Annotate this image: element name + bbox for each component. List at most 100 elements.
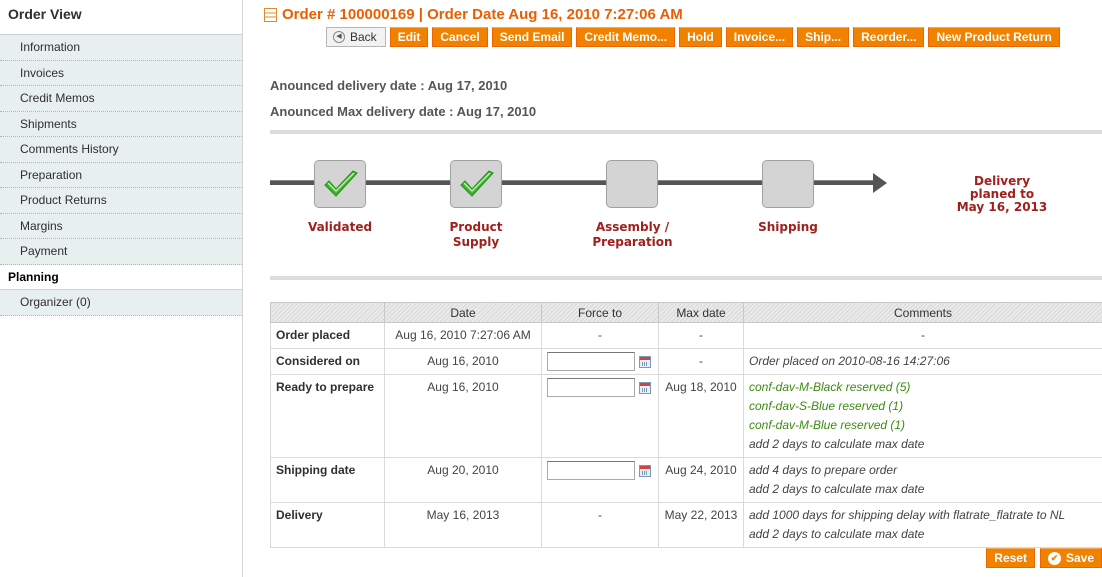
max-date-cell: - bbox=[658, 348, 744, 375]
step-validated-box bbox=[314, 160, 366, 208]
announced-max-delivery-date: Anounced Max delivery date : Aug 17, 201… bbox=[270, 104, 537, 119]
sidebar-item-payment[interactable]: Payment bbox=[0, 239, 242, 265]
comments-cell: Order placed on 2010-08-16 14:27:06 bbox=[743, 348, 1102, 375]
calendar-icon[interactable] bbox=[639, 464, 651, 477]
send-email-button[interactable]: Send Email bbox=[491, 27, 573, 47]
force-date-input[interactable] bbox=[547, 352, 635, 371]
calendar-icon[interactable] bbox=[639, 381, 651, 394]
column-header bbox=[270, 302, 385, 323]
force-cell: - bbox=[541, 502, 659, 548]
credit-memo-button[interactable]: Credit Memo... bbox=[576, 27, 676, 47]
max-date-cell: May 22, 2013 bbox=[658, 502, 744, 548]
sidebar-item-margins[interactable]: Margins bbox=[0, 213, 242, 239]
timeline-arrow-icon bbox=[873, 173, 887, 193]
sidebar-item-invoices[interactable]: Invoices bbox=[0, 60, 242, 86]
sidebar-item-shipments[interactable]: Shipments bbox=[0, 111, 242, 137]
step-label-line: Assembly / bbox=[595, 220, 670, 234]
form-buttons: Reset ✔ Save bbox=[986, 548, 1102, 568]
delivery-planned-label: Delivery planed to May 16, 2013 bbox=[932, 175, 1072, 214]
sidebar-divider bbox=[242, 0, 243, 577]
max-date-cell: Aug 18, 2010 bbox=[658, 374, 744, 458]
comment-line: conf-dav-M-Blue reserved (1) bbox=[749, 418, 906, 432]
force-date-input[interactable] bbox=[547, 378, 635, 397]
step-shipping-box bbox=[762, 160, 814, 208]
sidebar-item-comments-history[interactable]: Comments History bbox=[0, 137, 242, 163]
sidebar-item-product-returns[interactable]: Product Returns bbox=[0, 188, 242, 214]
max-date-cell: - bbox=[658, 322, 744, 349]
reorder-button[interactable]: Reorder... bbox=[853, 27, 925, 47]
step-label-validated: Validated bbox=[290, 220, 390, 235]
table-row: Shipping date Aug 20, 2010 Aug 24, 2010 … bbox=[270, 457, 1102, 503]
comment-line: conf-dav-S-Blue reserved (1) bbox=[749, 399, 904, 413]
row-label: Considered on bbox=[270, 348, 385, 375]
comments-cell: add 4 days to prepare order add 2 days t… bbox=[743, 457, 1102, 503]
force-cell bbox=[541, 374, 659, 458]
step-product-supply-box bbox=[450, 160, 502, 208]
row-label: Delivery bbox=[270, 502, 385, 548]
comment-line: conf-dav-M-Black reserved (5) bbox=[749, 380, 911, 394]
sidebar-item-credit-memos[interactable]: Credit Memos bbox=[0, 86, 242, 112]
force-cell: - bbox=[541, 322, 659, 349]
order-title-text: Order # 100000169 | Order Date Aug 16, 2… bbox=[282, 6, 683, 23]
row-label: Order placed bbox=[270, 322, 385, 349]
ship-button[interactable]: Ship... bbox=[797, 27, 850, 47]
sidebar-item-organizer[interactable]: Organizer (0) bbox=[0, 290, 242, 316]
table-row: Order placed Aug 16, 2010 7:27:06 AM - -… bbox=[270, 322, 1102, 349]
new-product-return-button[interactable]: New Product Return bbox=[928, 27, 1060, 47]
step-label-line: Preparation bbox=[592, 235, 673, 249]
sidebar-menu: Information Invoices Credit Memos Shipme… bbox=[0, 34, 242, 316]
date-cell: Aug 20, 2010 bbox=[384, 457, 542, 503]
check-icon: ✔ bbox=[1047, 551, 1061, 565]
row-label: Ready to prepare bbox=[270, 374, 385, 458]
max-date-cell: Aug 24, 2010 bbox=[658, 457, 744, 503]
force-cell bbox=[541, 348, 659, 375]
force-date-wrap bbox=[547, 378, 653, 397]
cancel-button[interactable]: Cancel bbox=[432, 27, 488, 47]
sidebar-item-preparation[interactable]: Preparation bbox=[0, 162, 242, 188]
calendar-icon[interactable] bbox=[639, 355, 651, 368]
hold-button[interactable]: Hold bbox=[679, 27, 722, 47]
save-button[interactable]: ✔ Save bbox=[1039, 548, 1102, 568]
delivery-line: May 16, 2013 bbox=[956, 200, 1048, 214]
comments-cell: add 1000 days for shipping delay with fl… bbox=[743, 502, 1102, 548]
check-icon bbox=[460, 170, 494, 197]
comment-line: add 2 days to calculate max date bbox=[749, 527, 925, 541]
step-label-assembly: Assembly / Preparation bbox=[570, 220, 695, 250]
comments-cell: - bbox=[743, 322, 1102, 349]
planning-table: Date Force to Max date Comments Order pl… bbox=[270, 302, 1102, 548]
invoice-button[interactable]: Invoice... bbox=[725, 27, 794, 47]
back-arrow-icon: ◀ bbox=[333, 31, 345, 43]
page-title: Order # 100000169 | Order Date Aug 16, 2… bbox=[264, 6, 683, 23]
edit-button[interactable]: Edit bbox=[389, 27, 429, 47]
back-button[interactable]: ◀ Back bbox=[326, 27, 386, 47]
column-header: Max date bbox=[658, 302, 744, 323]
date-cell: Aug 16, 2010 bbox=[384, 374, 542, 458]
comment-line: add 2 days to calculate max date bbox=[749, 482, 925, 496]
divider-bottom bbox=[270, 276, 1102, 280]
step-label-product-supply: Product Supply bbox=[426, 220, 526, 250]
reset-button[interactable]: Reset bbox=[986, 548, 1035, 568]
back-button-label: Back bbox=[350, 30, 377, 44]
sidebar-item-planning[interactable]: Planning bbox=[0, 264, 242, 290]
comment-line: add 2 days to calculate max date bbox=[749, 437, 925, 451]
save-button-label: Save bbox=[1065, 551, 1094, 565]
step-label-line: Shipping bbox=[758, 220, 818, 234]
step-label-line: Product bbox=[449, 220, 503, 234]
date-cell: Aug 16, 2010 bbox=[384, 348, 542, 375]
row-label: Shipping date bbox=[270, 457, 385, 503]
order-toolbar: ◀ Back Edit Cancel Send Email Credit Mem… bbox=[326, 27, 1060, 47]
step-assembly-box bbox=[606, 160, 658, 208]
divider-top bbox=[270, 130, 1102, 134]
planning-timeline: Validated Product Supply Assembly / Prep… bbox=[270, 140, 1102, 270]
order-document-icon bbox=[264, 7, 277, 22]
force-date-input[interactable] bbox=[547, 461, 635, 480]
table-header-row: Date Force to Max date Comments bbox=[270, 302, 1102, 323]
comment-line: add 4 days to prepare order bbox=[749, 463, 898, 477]
step-label-shipping: Shipping bbox=[738, 220, 838, 235]
column-header: Comments bbox=[743, 302, 1102, 323]
column-header: Force to bbox=[541, 302, 659, 323]
step-label-line: Supply bbox=[452, 235, 500, 249]
step-label-line: Validated bbox=[307, 220, 373, 234]
sidebar-item-information[interactable]: Information bbox=[0, 35, 242, 61]
force-date-wrap bbox=[547, 461, 653, 480]
